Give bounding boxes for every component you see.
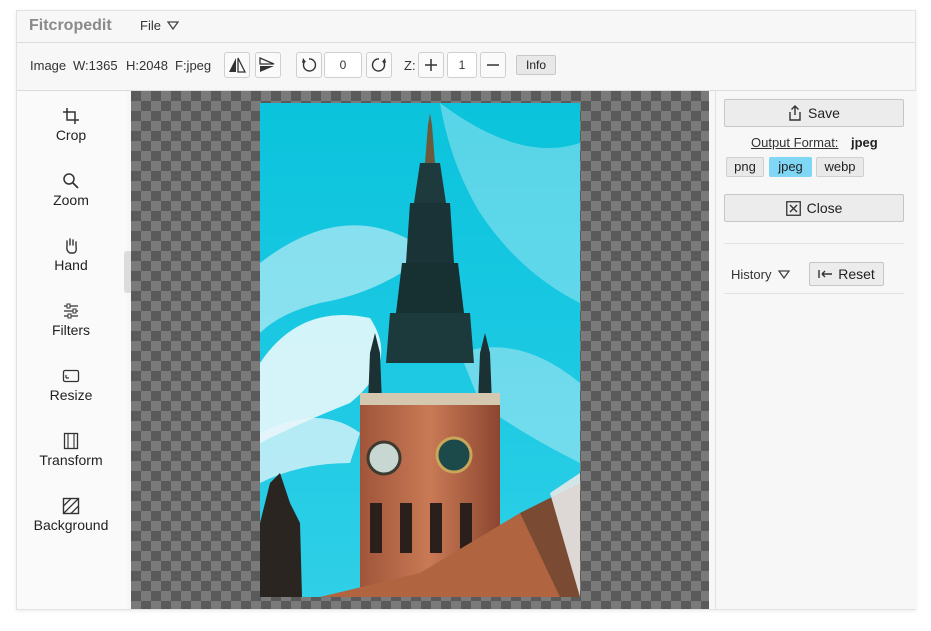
reset-button[interactable]: Reset	[809, 262, 884, 286]
zoom-in-button[interactable]	[418, 52, 444, 78]
rotate-right-button[interactable]	[366, 52, 392, 78]
filters-icon	[64, 303, 78, 319]
save-button[interactable]: Save	[724, 99, 904, 127]
format-jpeg[interactable]: jpeg	[769, 157, 812, 177]
file-menu[interactable]: File	[140, 18, 179, 33]
close-label: Close	[806, 200, 843, 216]
editor-window: Fitcropedit File Image W:1365 H:2048 F:j…	[16, 10, 916, 610]
save-label: Save	[808, 105, 840, 121]
format-png[interactable]: png	[726, 157, 764, 177]
tool-resize[interactable]: Resize	[17, 367, 125, 417]
image-width: W:1365	[73, 58, 118, 73]
tool-crop[interactable]: Crop	[17, 107, 125, 157]
resize-icon	[62, 369, 80, 383]
tool-filters[interactable]: Filters	[17, 302, 125, 352]
photo-content	[260, 103, 580, 597]
flip-vertical-icon	[259, 57, 275, 72]
toolbar: Image W:1365 H:2048 F:jpeg 0 Z: 1 Info	[17, 43, 915, 91]
output-format-value: jpeg	[851, 135, 878, 150]
image-format: F:jpeg	[175, 58, 212, 73]
tool-background[interactable]: Background	[17, 497, 125, 547]
close-button[interactable]: Close	[724, 194, 904, 222]
flip-horizontal-icon	[229, 57, 246, 73]
tool-resize-label: Resize	[49, 387, 93, 403]
menu-bar: Fitcropedit File	[17, 11, 915, 43]
share-icon	[789, 105, 801, 121]
tool-hand[interactable]: Hand	[17, 237, 125, 287]
crop-icon	[63, 108, 79, 124]
tools-sidebar: Crop Zoom Hand Filters Resize Transform …	[17, 91, 127, 609]
panel-divider	[724, 293, 904, 294]
reset-label: Reset	[838, 266, 875, 282]
tool-crop-label: Crop	[55, 127, 87, 143]
zoom-out-button[interactable]	[480, 52, 506, 78]
flip-vertical-button[interactable]	[255, 52, 281, 78]
rotate-left-button[interactable]	[296, 52, 322, 78]
tool-transform[interactable]: Transform	[17, 432, 125, 482]
transform-icon	[63, 432, 79, 450]
tool-background-label: Background	[33, 517, 109, 533]
minus-icon	[487, 64, 499, 66]
format-webp[interactable]: webp	[816, 157, 864, 177]
edited-photo	[260, 103, 580, 597]
zoom-value-input[interactable]: 1	[447, 52, 477, 78]
image-canvas[interactable]	[131, 91, 709, 609]
panel-divider	[724, 243, 904, 244]
image-label: Image	[30, 58, 67, 73]
zoom-label: Z:	[404, 58, 416, 73]
info-button[interactable]: Info	[516, 55, 556, 75]
right-panel: Save Output Format: jpeg png jpeg webp C…	[715, 91, 916, 609]
flip-horizontal-button[interactable]	[224, 52, 250, 78]
reset-icon	[818, 270, 833, 278]
tool-filters-label: Filters	[51, 322, 91, 338]
rotation-input[interactable]: 0	[324, 52, 362, 78]
rotate-right-icon	[371, 58, 386, 72]
zoom-icon	[63, 173, 79, 189]
app-title: Fitcropedit	[29, 17, 112, 34]
plus-icon	[425, 59, 437, 71]
chevron-down-icon	[166, 21, 179, 30]
file-menu-label: File	[140, 18, 161, 33]
history-label: History	[731, 267, 772, 282]
image-height: H:2048	[126, 58, 168, 73]
hand-icon	[66, 238, 77, 254]
tool-transform-label: Transform	[39, 452, 103, 468]
close-icon	[785, 200, 801, 216]
tool-hand-label: Hand	[54, 257, 88, 273]
background-icon	[62, 497, 80, 515]
rotate-left-icon	[302, 58, 317, 72]
tool-zoom-label: Zoom	[53, 192, 89, 208]
chevron-down-icon	[778, 270, 791, 279]
history-dropdown[interactable]: History	[731, 267, 791, 282]
tool-zoom[interactable]: Zoom	[17, 172, 125, 222]
output-format-label: Output Format:	[751, 135, 839, 150]
